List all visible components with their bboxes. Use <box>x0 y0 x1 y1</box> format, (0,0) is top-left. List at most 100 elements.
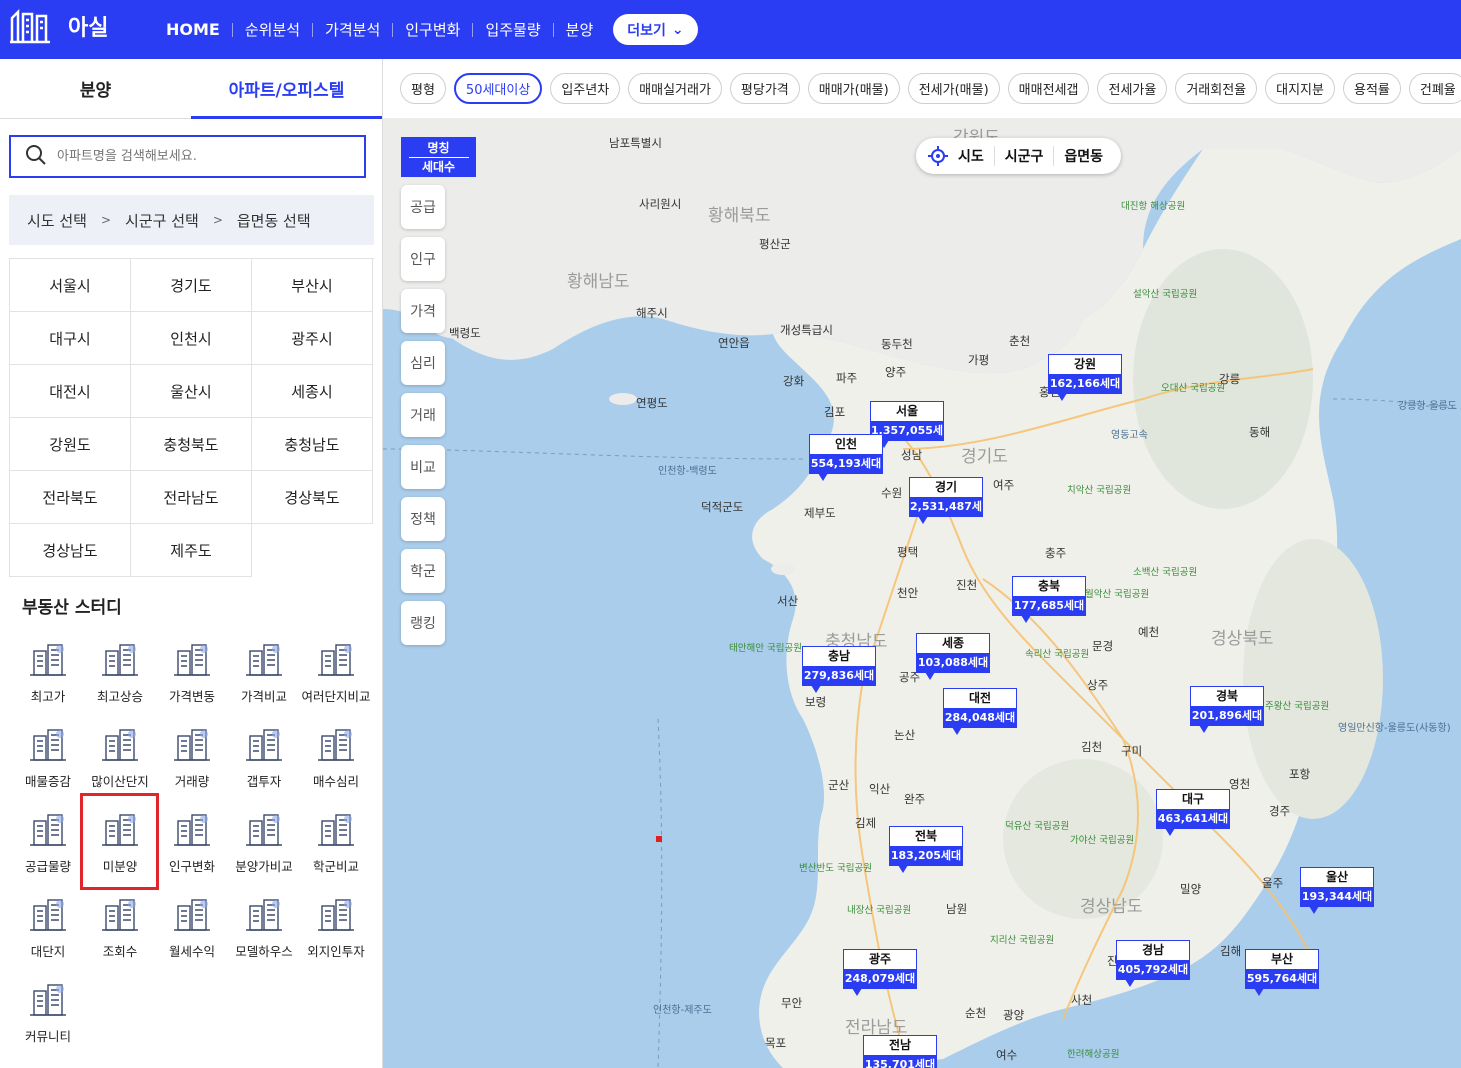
study-item[interactable]: 공급물량 <box>12 807 84 892</box>
breadcrumb-sigungu[interactable]: 시군구 선택 <box>125 210 199 231</box>
nav-rank-analysis[interactable]: 순위분석 <box>231 22 312 37</box>
study-item[interactable]: 가격비교 <box>228 637 300 722</box>
filter-chip-move-in-year[interactable]: 입주년차 <box>550 73 621 104</box>
filter-chip-jeonse-ratio[interactable]: 전세가율 <box>1097 73 1168 104</box>
filter-chip-50-households[interactable]: 50세대이상 <box>453 73 543 104</box>
side-button-ranking[interactable]: 랭킹 <box>401 601 445 645</box>
more-button[interactable]: 더보기 ⌄ <box>613 14 698 45</box>
region-item[interactable]: 인천시 <box>131 312 252 365</box>
map-pin-gyeongbuk[interactable]: 경북 201,896세대 <box>1190 686 1264 733</box>
filter-chip-jeonse-listing[interactable]: 전세가(매물) <box>907 73 1000 104</box>
study-item[interactable]: 매물증감 <box>12 722 84 807</box>
filter-chip-sale-jeonse-gap[interactable]: 매매전세갭 <box>1007 73 1090 104</box>
study-item[interactable]: 최고가 <box>12 637 84 722</box>
study-item[interactable]: 갭투자 <box>228 722 300 807</box>
map-view[interactable]: 강원도 남포특별시 사리원시 황해북도 평산군 황해남도 해주시 백령도 연안읍… <box>383 119 1461 1068</box>
map-pin-chungbuk[interactable]: 충북 177,685세대 <box>1012 576 1086 623</box>
nav-population-change[interactable]: 인구변화 <box>392 22 472 37</box>
tab-presale[interactable]: 분양 <box>0 59 191 118</box>
map-pin-jeonnam[interactable]: 전남 135,701세대 <box>863 1035 937 1068</box>
region-item[interactable]: 경상남도 <box>10 524 131 577</box>
logo[interactable]: 아실 <box>10 8 108 44</box>
filter-chip-floor-area-ratio[interactable]: 용적률 <box>1342 73 1401 104</box>
map-label: 해주시 <box>636 306 668 320</box>
side-button-sentiment[interactable]: 심리 <box>401 341 445 385</box>
region-item[interactable]: 세종시 <box>252 365 373 418</box>
side-button-policy[interactable]: 정책 <box>401 497 445 541</box>
map-pin-incheon[interactable]: 인천 554,193세대 <box>809 434 883 481</box>
target-icon[interactable] <box>928 146 948 166</box>
region-item[interactable]: 경기도 <box>131 259 252 312</box>
study-item[interactable]: 커뮤니티 <box>12 977 84 1062</box>
region-item[interactable]: 충청북도 <box>131 418 252 471</box>
map-label: 광양 <box>1003 1008 1025 1022</box>
region-item[interactable]: 대전시 <box>10 365 131 418</box>
side-button-compare[interactable]: 비교 <box>401 445 445 489</box>
map-label: 덕유산 국립공원 <box>1005 821 1070 832</box>
study-item[interactable]: 거래량 <box>156 722 228 807</box>
study-item[interactable]: 인구변화 <box>156 807 228 892</box>
study-item[interactable]: 조회수 <box>84 892 156 977</box>
filter-chip-size[interactable]: 평형 <box>400 73 446 104</box>
region-item[interactable]: 충청남도 <box>252 418 373 471</box>
study-item[interactable]: 분양가비교 <box>228 807 300 892</box>
region-item[interactable]: 경상북도 <box>252 471 373 524</box>
region-item[interactable]: 부산시 <box>252 259 373 312</box>
nav-price-analysis[interactable]: 가격분석 <box>312 22 392 37</box>
side-button-price[interactable]: 가격 <box>401 289 445 333</box>
region-item[interactable]: 전라북도 <box>10 471 131 524</box>
map-pin-sejong[interactable]: 세종 103,088세대 <box>916 633 990 680</box>
study-item[interactable]: 여러단지비교 <box>300 637 372 722</box>
map-pin-daegu[interactable]: 대구 463,641세대 <box>1156 789 1230 836</box>
study-item-label: 여러단지비교 <box>301 689 371 704</box>
side-button-supply[interactable]: 공급 <box>401 185 445 229</box>
map-pin-jeonbuk[interactable]: 전북 183,205세대 <box>889 826 963 873</box>
breadcrumb-sido[interactable]: 시도 선택 <box>27 210 87 231</box>
level-eupmyeondong[interactable]: 읍면동 <box>1053 146 1113 166</box>
label-mode-toggle[interactable]: 명칭 세대수 <box>401 137 476 177</box>
filter-chip-actual-trade-price[interactable]: 매매실거래가 <box>628 73 722 104</box>
study-item[interactable]: 학군비교 <box>300 807 372 892</box>
region-item[interactable]: 전라남도 <box>131 471 252 524</box>
filter-chip-turnover[interactable]: 거래회전율 <box>1175 73 1258 104</box>
filter-chip-price-per-pyeong[interactable]: 평당가격 <box>729 73 800 104</box>
side-button-population[interactable]: 인구 <box>401 237 445 281</box>
filter-chip-land-share[interactable]: 대지지분 <box>1265 73 1335 104</box>
nav-home[interactable]: HOME <box>166 21 232 37</box>
study-item[interactable]: 외지인투자 <box>300 892 372 977</box>
region-item[interactable]: 울산시 <box>131 365 252 418</box>
study-item[interactable]: 최고상승 <box>84 637 156 722</box>
map-label: 사리원시 <box>639 197 682 211</box>
map-pin-ulsan[interactable]: 울산 193,344세대 <box>1300 867 1374 914</box>
study-item[interactable]: 미분양 <box>80 793 159 892</box>
map-label: 남포특별시 <box>609 136 662 150</box>
map-pin-gwangju[interactable]: 광주 248,079세대 <box>843 949 917 996</box>
region-item[interactable]: 강원도 <box>10 418 131 471</box>
nav-presale[interactable]: 분양 <box>552 22 606 37</box>
region-item[interactable]: 광주시 <box>252 312 373 365</box>
nav-move-in-volume[interactable]: 입주물량 <box>472 22 552 37</box>
map-pin-chungnam[interactable]: 충남 279,836세대 <box>802 646 876 693</box>
map-pin-gyeongnam[interactable]: 경남 405,792세대 <box>1116 940 1190 987</box>
tab-apartment-officetel[interactable]: 아파트/오피스텔 <box>191 59 382 119</box>
map-pin-daejeon[interactable]: 대전 284,048세대 <box>943 688 1017 735</box>
study-item[interactable]: 월세수익 <box>156 892 228 977</box>
study-item[interactable]: 가격변동 <box>156 637 228 722</box>
level-sido[interactable]: 시도 <box>948 146 994 166</box>
map-pin-gyeonggi[interactable]: 경기 2,531,487세대 <box>909 477 983 524</box>
side-button-school[interactable]: 학군 <box>401 549 445 593</box>
filter-chip-sale-listing[interactable]: 매매가(매물) <box>807 73 900 104</box>
filter-chip-building-coverage[interactable]: 건폐율 <box>1408 73 1461 104</box>
search-input[interactable] <box>57 149 347 164</box>
breadcrumb-eupmyeondong[interactable]: 읍면동 선택 <box>237 210 311 231</box>
side-button-trade[interactable]: 거래 <box>401 393 445 437</box>
region-item[interactable]: 제주도 <box>131 524 252 577</box>
map-pin-gangwon[interactable]: 강원 162,166세대 <box>1048 354 1122 401</box>
region-item[interactable]: 대구시 <box>10 312 131 365</box>
map-pin-busan[interactable]: 부산 595,764세대 <box>1245 949 1319 996</box>
study-item[interactable]: 대단지 <box>12 892 84 977</box>
study-item[interactable]: 모델하우스 <box>228 892 300 977</box>
region-item[interactable]: 서울시 <box>10 259 131 312</box>
study-item[interactable]: 매수심리 <box>300 722 372 807</box>
level-sigungu[interactable]: 시군구 <box>993 146 1054 166</box>
